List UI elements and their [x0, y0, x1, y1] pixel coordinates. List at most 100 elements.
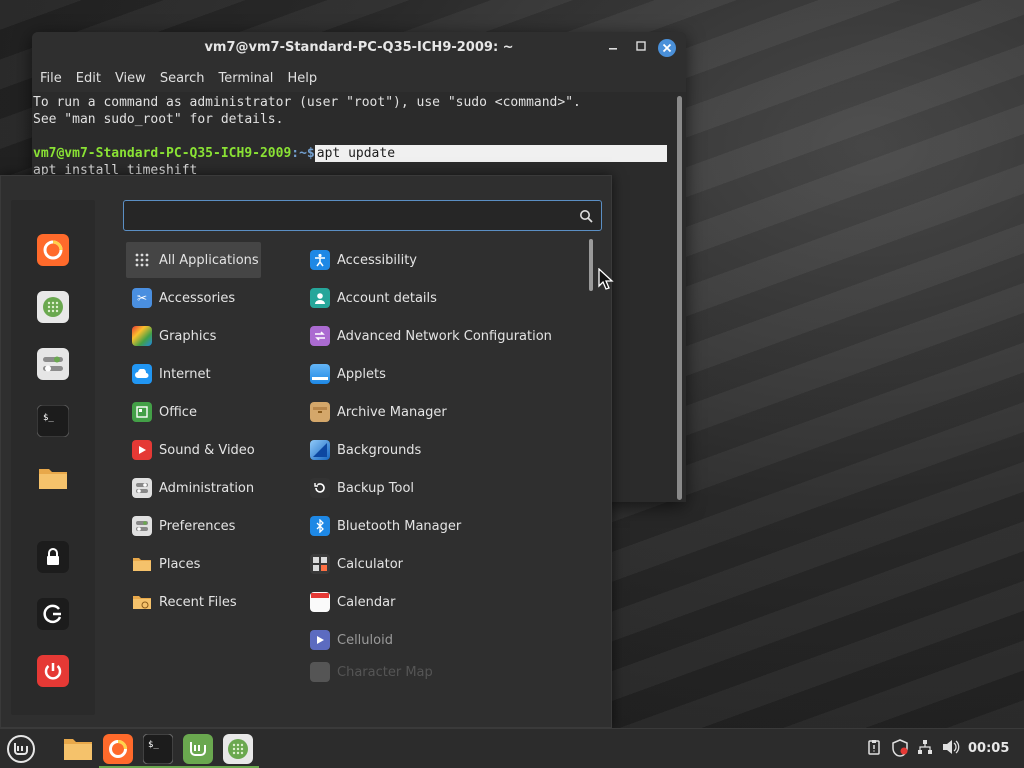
- app-label: Bluetooth Manager: [337, 518, 462, 534]
- admin-icon: [132, 478, 152, 498]
- app-label: Advanced Network Configuration: [337, 328, 552, 344]
- grid-icon: [132, 250, 152, 270]
- close-icon[interactable]: [658, 39, 676, 57]
- app-calculator[interactable]: Calculator: [304, 546, 574, 582]
- celluloid-icon: [310, 630, 330, 650]
- terminal-titlebar[interactable]: vm7@vm7-Standard-PC-Q35-ICH9-2009: ~: [32, 32, 686, 64]
- applets-icon: [310, 364, 330, 384]
- app-character-map[interactable]: Character Map: [304, 660, 574, 684]
- app-backup-tool[interactable]: Backup Tool: [304, 470, 574, 506]
- recent-folder-icon: [132, 592, 152, 612]
- category-recent-files[interactable]: Recent Files: [126, 584, 261, 620]
- terminal-line: To run a command as administrator (user …: [33, 95, 581, 110]
- menu-help[interactable]: Help: [287, 71, 317, 86]
- search-input[interactable]: [124, 201, 564, 230]
- app-calendar[interactable]: Calendar: [304, 584, 574, 620]
- files-icon[interactable]: [61, 732, 95, 766]
- terminal-icon[interactable]: $_: [37, 405, 69, 437]
- mouse-cursor-icon: [598, 267, 616, 296]
- category-administration[interactable]: Administration: [126, 470, 261, 506]
- category-sound-video[interactable]: Sound & Video: [126, 432, 261, 468]
- app-account-details[interactable]: Account details: [304, 280, 574, 316]
- app-label: Backup Tool: [337, 480, 415, 496]
- app-celluloid[interactable]: Celluloid: [304, 622, 574, 658]
- clipboard-icon[interactable]: [866, 739, 882, 759]
- app-advanced-network-configuration[interactable]: Advanced Network Configuration: [304, 318, 574, 354]
- lock-icon[interactable]: [37, 541, 69, 573]
- menu-view[interactable]: View: [115, 71, 146, 86]
- app-label: Calculator: [337, 556, 404, 572]
- logout-icon[interactable]: [37, 598, 69, 630]
- firefox-icon[interactable]: [101, 732, 135, 766]
- category-accessories[interactable]: ✂ Accessories: [126, 280, 261, 316]
- terminal-prompt-line: vm7@vm7-Standard-PC-Q35-ICH9-2009:~$ apt…: [33, 145, 686, 162]
- software-manager-icon[interactable]: [221, 732, 255, 766]
- category-places[interactable]: Places: [126, 546, 261, 582]
- command-input[interactable]: apt update: [314, 145, 667, 162]
- category-label: Internet: [159, 366, 211, 382]
- app-bluetooth-manager[interactable]: Bluetooth Manager: [304, 508, 574, 544]
- mint-update-icon[interactable]: [181, 732, 215, 766]
- prompt-user: vm7@vm7-Standard-PC-Q35-ICH9-2009: [33, 146, 292, 161]
- folder-icon: [132, 554, 152, 574]
- app-archive-manager[interactable]: Archive Manager: [304, 394, 574, 430]
- menu-search[interactable]: Search: [160, 71, 205, 86]
- category-label: Places: [159, 556, 201, 572]
- category-label: Office: [159, 404, 197, 420]
- settings-icon[interactable]: [37, 348, 69, 380]
- shield-icon[interactable]: [891, 739, 909, 761]
- app-label: Backgrounds: [337, 442, 422, 458]
- terminal-icon[interactable]: $_: [141, 732, 175, 766]
- app-accessibility[interactable]: Accessibility: [304, 242, 574, 278]
- category-graphics[interactable]: Graphics: [126, 318, 261, 354]
- app-applets[interactable]: Applets: [304, 356, 574, 392]
- prompt-path: :~$: [291, 146, 315, 161]
- network-config-icon: [310, 326, 330, 346]
- app-list-scrollbar[interactable]: [589, 239, 593, 291]
- accessibility-icon: [310, 250, 330, 270]
- software-manager-icon[interactable]: [37, 291, 69, 323]
- mint-menu-icon[interactable]: [4, 732, 38, 766]
- archive-icon: [310, 402, 330, 422]
- terminal-menubar: File Edit View Search Terminal Help: [32, 64, 686, 92]
- app-label: Character Map: [337, 664, 433, 680]
- files-icon[interactable]: [37, 462, 69, 494]
- app-label: Accessibility: [337, 252, 417, 268]
- calendar-icon: [310, 592, 330, 612]
- menu-terminal[interactable]: Terminal: [218, 71, 273, 86]
- character-map-icon: [310, 662, 330, 682]
- category-label: Sound & Video: [159, 442, 255, 458]
- terminal-title: vm7@vm7-Standard-PC-Q35-ICH9-2009: ~: [204, 40, 514, 55]
- category-internet[interactable]: Internet: [126, 356, 261, 392]
- category-all-applications[interactable]: All Applications: [126, 242, 261, 278]
- volume-icon[interactable]: [942, 739, 960, 759]
- preferences-icon: [132, 516, 152, 536]
- app-backgrounds[interactable]: Backgrounds: [304, 432, 574, 468]
- power-icon[interactable]: [37, 655, 69, 687]
- maximize-icon[interactable]: [632, 39, 650, 57]
- taskbar: $_ 00:05: [0, 728, 1024, 768]
- svg-text:$_: $_: [148, 740, 159, 750]
- minimize-icon[interactable]: [604, 39, 622, 57]
- network-icon[interactable]: [917, 739, 933, 759]
- favorites-sidebar: $_: [11, 200, 95, 715]
- category-office[interactable]: Office: [126, 394, 261, 430]
- menu-edit[interactable]: Edit: [76, 71, 101, 86]
- app-label: Account details: [337, 290, 437, 306]
- backup-icon: [310, 478, 330, 498]
- app-label: Celluloid: [337, 632, 393, 648]
- category-label: Accessories: [159, 290, 236, 306]
- office-icon: [132, 402, 152, 422]
- app-label: Applets: [337, 366, 386, 382]
- clock[interactable]: 00:05: [968, 741, 1009, 756]
- search-box[interactable]: [123, 200, 602, 231]
- firefox-icon[interactable]: [37, 234, 69, 266]
- category-label: Preferences: [159, 518, 236, 534]
- menu-file[interactable]: File: [40, 71, 62, 86]
- app-label: Calendar: [337, 594, 396, 610]
- application-menu: $_ All Applications ✂ Accessories Graphi…: [0, 175, 612, 728]
- category-preferences[interactable]: Preferences: [126, 508, 261, 544]
- terminal-scrollbar[interactable]: [677, 96, 682, 500]
- calculator-icon: [310, 554, 330, 574]
